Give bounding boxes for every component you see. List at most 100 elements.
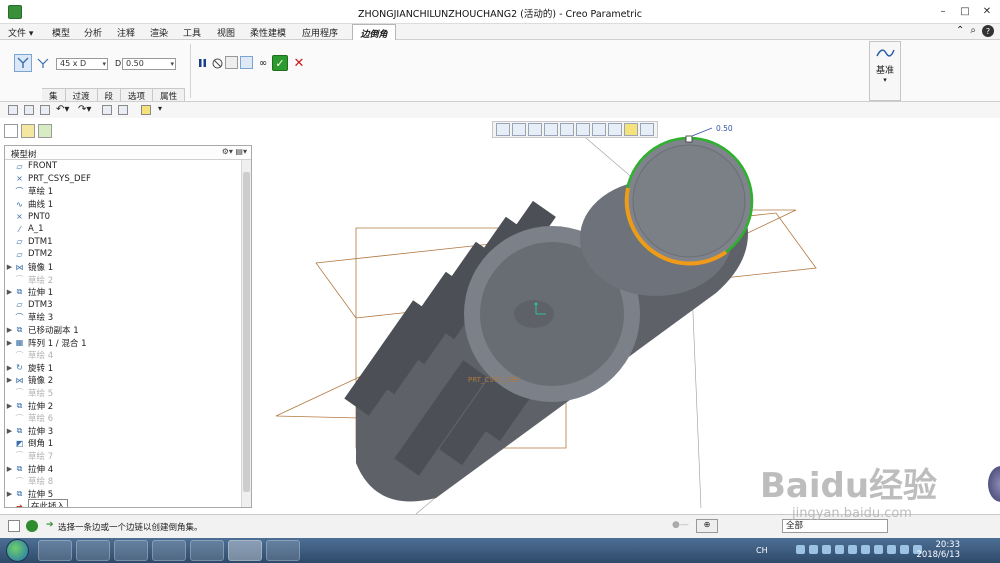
- tray-icon-5[interactable]: [848, 545, 857, 554]
- expand-arrow-icon[interactable]: ▶: [5, 339, 14, 347]
- tree-item[interactable]: ∿ 曲线 1: [5, 198, 241, 211]
- tree-item[interactable]: ◩ 倒角 1: [5, 437, 241, 450]
- tree-item[interactable]: ⌒ 草绘 1: [5, 185, 241, 198]
- expand-arrow-icon[interactable]: ▶: [5, 376, 14, 384]
- tray-icon-9[interactable]: [900, 545, 909, 554]
- new-file-icon[interactable]: [8, 105, 18, 115]
- tab-edge-chamfer[interactable]: 边倒角: [352, 24, 396, 40]
- refit-icon[interactable]: [496, 123, 510, 136]
- tree-item[interactable]: ▶ ⋈ 镜像 2: [5, 374, 241, 387]
- expand-arrow-icon[interactable]: ▶: [5, 263, 14, 271]
- expand-arrow-icon[interactable]: ▶: [5, 402, 14, 410]
- taskbar-explorer[interactable]: [76, 540, 110, 561]
- tree-item[interactable]: ⌒ 草绘 6: [5, 412, 241, 425]
- menu-item-model[interactable]: 模型: [52, 26, 70, 39]
- verify-icon[interactable]: [240, 56, 253, 69]
- tree-item[interactable]: ⌒ 草绘 3: [5, 311, 241, 324]
- menu-item-tools[interactable]: 工具: [183, 26, 201, 39]
- cancel-x-icon[interactable]: ✕: [292, 55, 306, 71]
- saved-views-icon[interactable]: [576, 123, 590, 136]
- maximize-icon[interactable]: □: [958, 5, 972, 17]
- minimize-icon[interactable]: –: [936, 5, 950, 17]
- taskbar-paint[interactable]: [266, 540, 300, 561]
- subtab-properties[interactable]: 属性: [153, 88, 186, 102]
- tree-item[interactable]: ▶ ⧉ 拉伸 3: [5, 424, 241, 437]
- menu-item-render[interactable]: 渲染: [150, 26, 168, 39]
- menu-item-annotate[interactable]: 注释: [117, 26, 135, 39]
- spin-center-icon[interactable]: [640, 123, 654, 136]
- set-mode-icon[interactable]: [14, 54, 32, 72]
- subtab-options[interactable]: 选项: [121, 88, 154, 102]
- tray-icon-6[interactable]: [861, 545, 870, 554]
- view-manager-icon[interactable]: [592, 123, 606, 136]
- datum-display-icon[interactable]: [608, 123, 622, 136]
- tree-item[interactable]: ⌒ 草绘 5: [5, 387, 241, 400]
- tree-scrollbar[interactable]: [241, 160, 251, 507]
- tray-icon-7[interactable]: [874, 545, 883, 554]
- folder-browser-tab-icon[interactable]: [21, 124, 35, 138]
- subtab-pieces[interactable]: 段: [97, 88, 122, 102]
- file-menu[interactable]: 文件 ▾: [8, 26, 33, 39]
- favorites-tab-icon[interactable]: [38, 124, 52, 138]
- start-button[interactable]: [6, 539, 29, 562]
- subtab-sets[interactable]: 集: [42, 88, 66, 102]
- tree-item[interactable]: ▱ DTM2: [5, 248, 241, 261]
- tree-item[interactable]: ⨯ PRT_CSYS_DEF: [5, 173, 241, 186]
- selection-filter[interactable]: 全部: [782, 519, 888, 533]
- tree-item[interactable]: ⌒ 草绘 8: [5, 475, 241, 488]
- expand-arrow-icon[interactable]: ▶: [5, 364, 14, 372]
- graphics-viewport[interactable]: 0.50 PRT_CSYS_DEF: [256, 118, 908, 514]
- pause-icon[interactable]: [197, 57, 208, 69]
- tree-item[interactable]: ▱ DTM1: [5, 236, 241, 249]
- dimension-label[interactable]: 0.50: [716, 124, 733, 133]
- tree-item[interactable]: ➔ 在此插入: [5, 499, 241, 507]
- tree-item[interactable]: ▶ ↻ 旋转 1: [5, 362, 241, 375]
- zoom-out-icon[interactable]: [528, 123, 542, 136]
- display-style-icon[interactable]: [560, 123, 574, 136]
- menu-item-analysis[interactable]: 分析: [84, 26, 102, 39]
- model-tree-tab-icon[interactable]: [4, 124, 18, 138]
- redo-icon[interactable]: ↷▾: [78, 104, 91, 115]
- search-icon[interactable]: ⌕: [970, 25, 976, 37]
- close-icon[interactable]: ✕: [980, 5, 994, 17]
- menu-item-view[interactable]: 视图: [217, 26, 235, 39]
- expand-arrow-icon[interactable]: ▶: [5, 490, 14, 498]
- toggle-navigator-icon[interactable]: [8, 520, 20, 532]
- regenerate-icon[interactable]: [102, 105, 112, 115]
- menu-item-flexible-modeling[interactable]: 柔性建模: [250, 26, 286, 39]
- ok-check-icon[interactable]: ✓: [272, 55, 288, 71]
- tree-item[interactable]: ⌒ 草绘 4: [5, 349, 241, 362]
- taskbar-media[interactable]: [114, 540, 148, 561]
- tray-icon-4[interactable]: [835, 545, 844, 554]
- no-preview-icon[interactable]: [211, 57, 223, 69]
- chamfer-type-select[interactable]: 45 x D ▾: [56, 58, 108, 70]
- transition-mode-icon[interactable]: [34, 54, 52, 72]
- tree-item[interactable]: ▶ ⧉ 已移动副本 1: [5, 324, 241, 337]
- tree-item[interactable]: ▶ ⧉ 拉伸 4: [5, 462, 241, 475]
- dimension-drag-handle[interactable]: [685, 135, 693, 143]
- tree-item[interactable]: ⌒ 草绘 7: [5, 450, 241, 463]
- tree-item[interactable]: ▶ ⧉ 拉伸 5: [5, 487, 241, 500]
- tree-item[interactable]: ▶ ⧉ 拉伸 2: [5, 399, 241, 412]
- tree-item[interactable]: ⁄ A_1: [5, 223, 241, 236]
- taskbar-app-1[interactable]: [38, 540, 72, 561]
- taskbar-app-5[interactable]: [190, 540, 224, 561]
- tree-item[interactable]: ▱ DTM3: [5, 299, 241, 312]
- preview-icon[interactable]: [225, 56, 238, 69]
- save-icon[interactable]: [40, 105, 50, 115]
- datum-panel[interactable]: 基准 ▾: [869, 41, 901, 101]
- tree-item[interactable]: ▶ ▦ 阵列 1 / 混合 1: [5, 336, 241, 349]
- taskbar-creo[interactable]: [228, 540, 262, 561]
- menu-item-applications[interactable]: 应用程序: [302, 26, 338, 39]
- expand-arrow-icon[interactable]: ▶: [5, 465, 14, 473]
- open-file-icon[interactable]: [24, 105, 34, 115]
- tree-settings-icon[interactable]: ⚙▾ ▤▾: [222, 147, 247, 156]
- repaint-icon[interactable]: [544, 123, 558, 136]
- binoculars-icon[interactable]: ⊕: [696, 519, 718, 533]
- expand-arrow-icon[interactable]: ▶: [5, 288, 14, 296]
- help-icon[interactable]: ?: [982, 25, 994, 37]
- browser-toggle-icon[interactable]: [26, 520, 38, 532]
- tray-icon-8[interactable]: [887, 545, 896, 554]
- tree-item[interactable]: ⌒ 草绘 2: [5, 273, 241, 286]
- tray-icon-1[interactable]: [796, 545, 805, 554]
